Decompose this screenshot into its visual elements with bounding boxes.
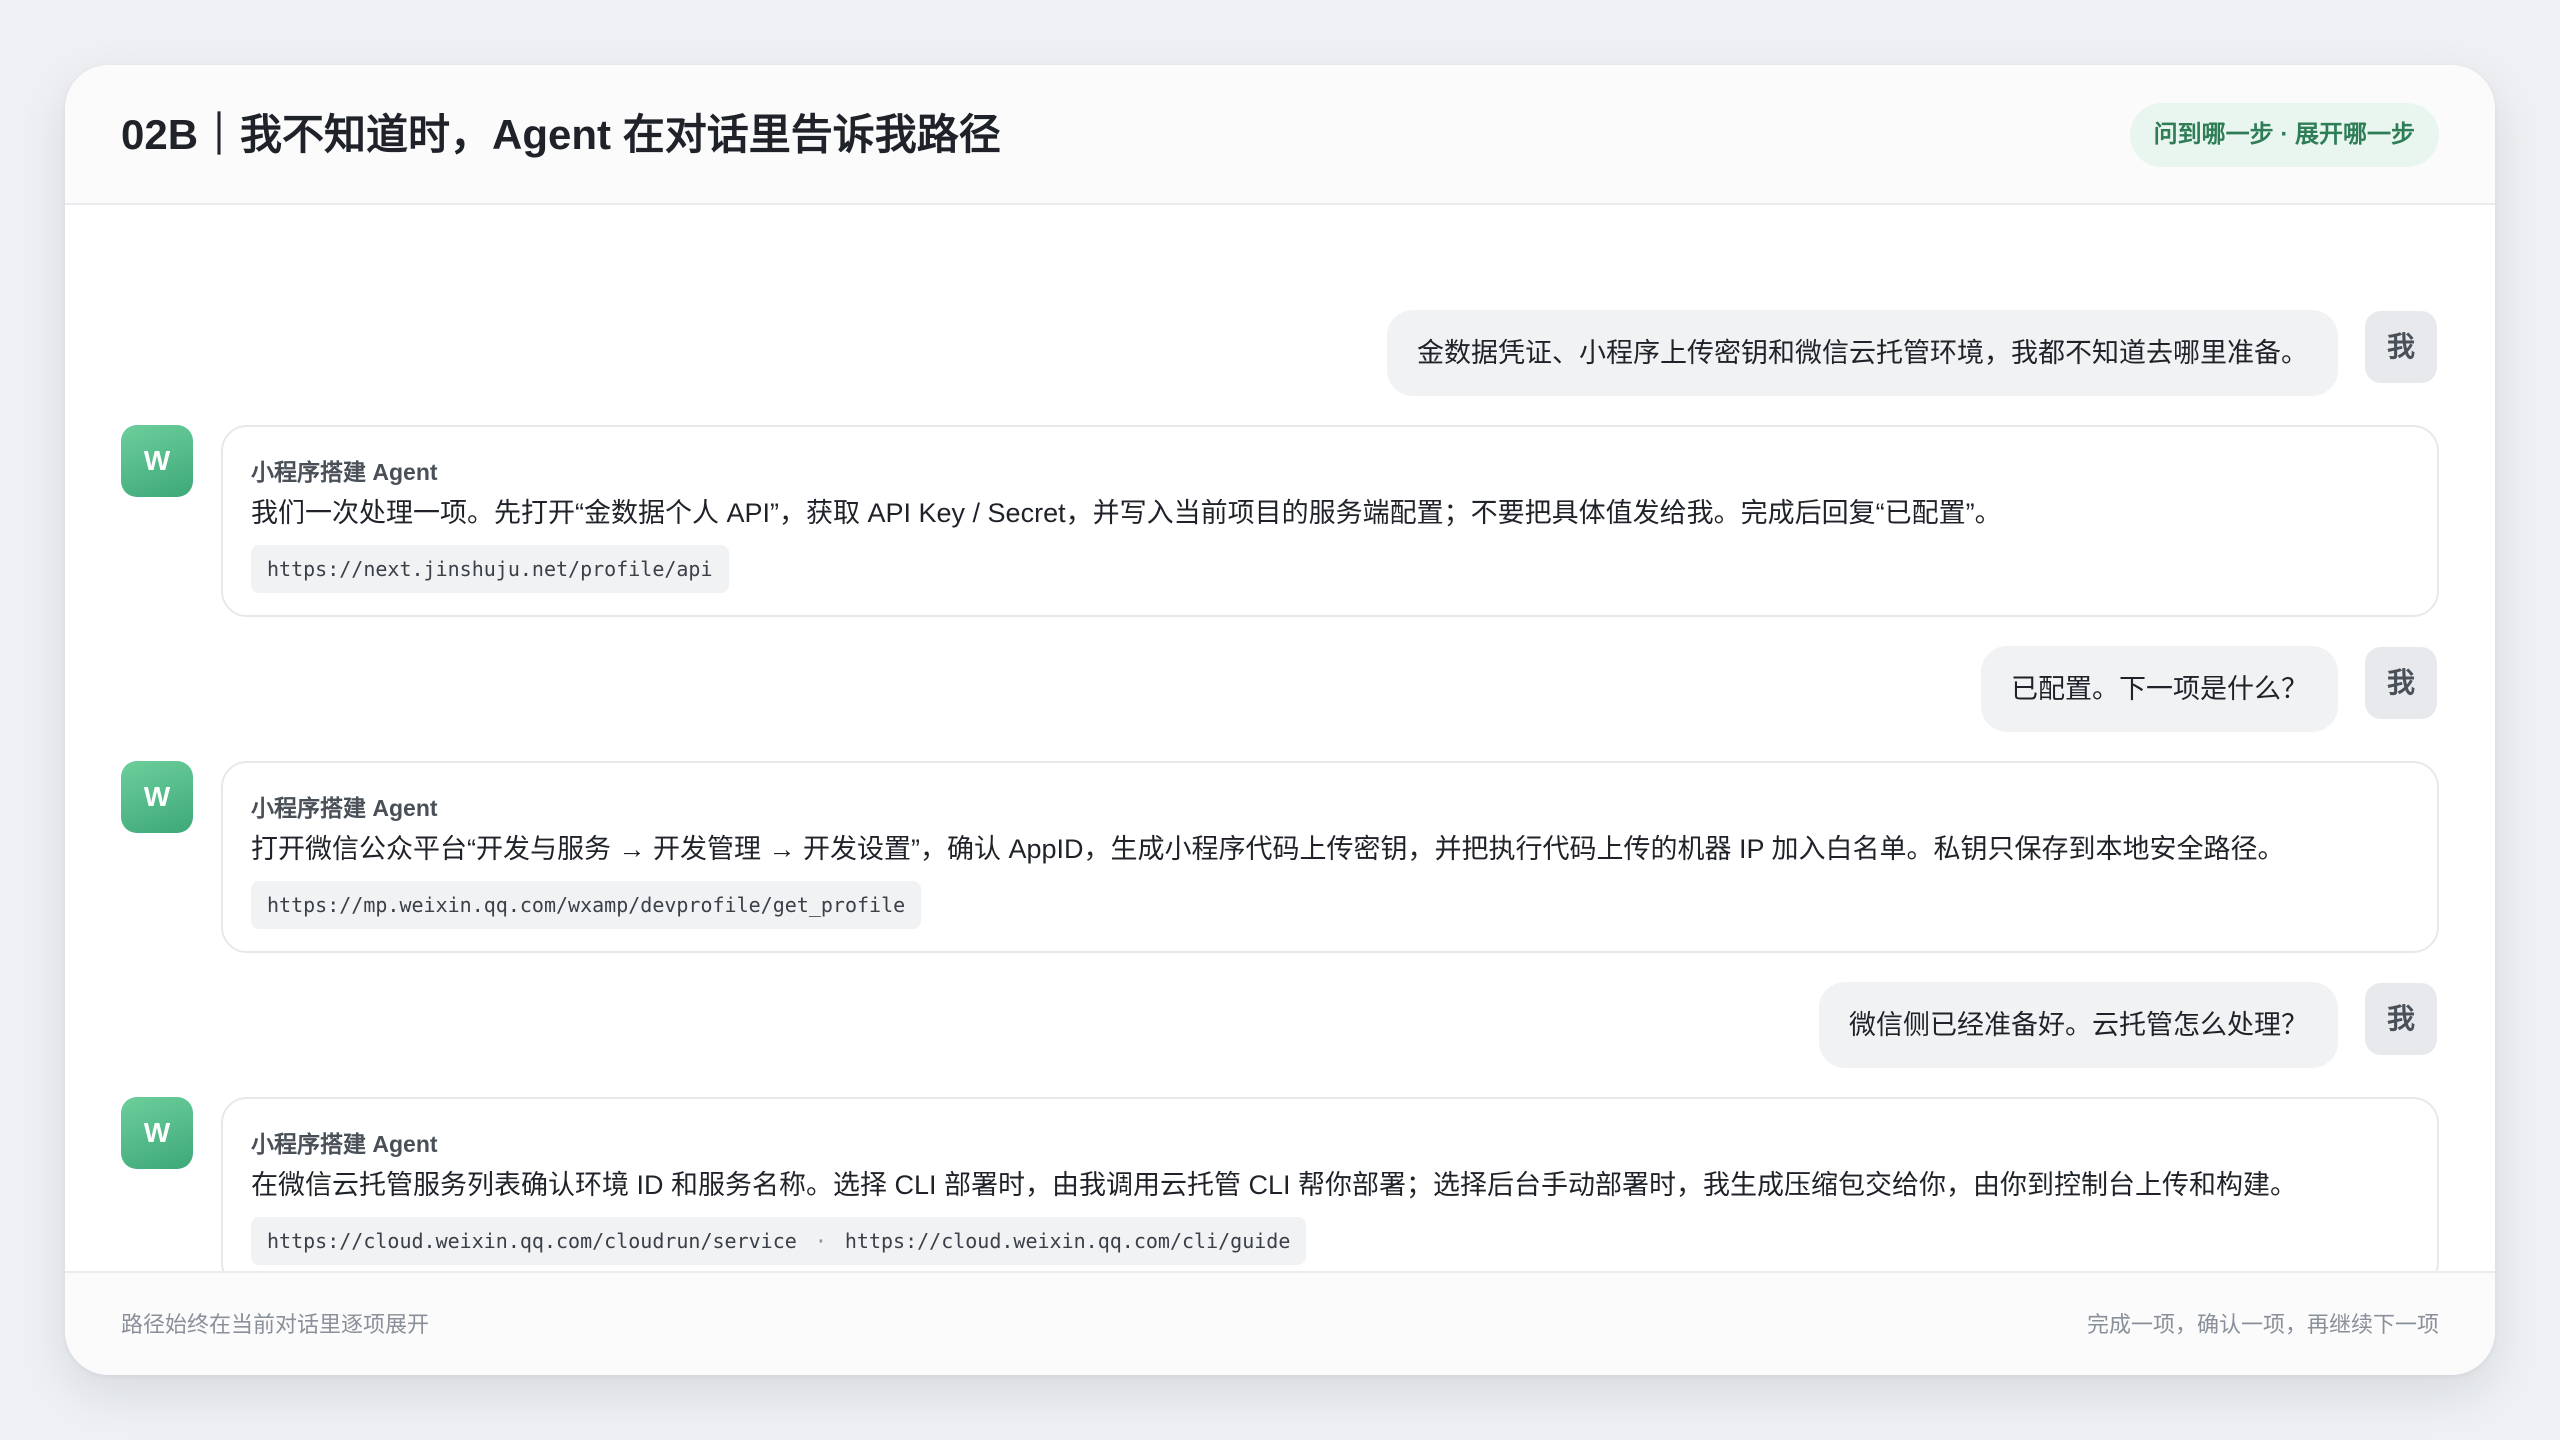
user-message: 已配置。下一项是什么？ xyxy=(1981,646,2338,732)
agent-name: 小程序搭建 Agent xyxy=(251,1131,438,1157)
agent-message-text: 打开微信公众平台“开发与服务 → 开发管理 → 开发设置”，确认 AppID，生… xyxy=(251,834,2285,864)
header: 02B｜我不知道时，Agent 在对话里告诉我路径 问到哪一步 · 展开哪一步 xyxy=(65,65,2495,205)
agent-message: 小程序搭建 Agent 打开微信公众平台“开发与服务 → 开发管理 → 开发设置… xyxy=(221,761,2439,953)
agent-message: 小程序搭建 Agent 我们一次处理一项。先打开“金数据个人 API”，获取 A… xyxy=(221,425,2439,617)
link-weixin-devprofile[interactable]: https://mp.weixin.qq.com/wxamp/devprofil… xyxy=(267,893,905,917)
chat-card: 02B｜我不知道时，Agent 在对话里告诉我路径 问到哪一步 · 展开哪一步 … xyxy=(65,65,2495,1375)
user-avatar: 我 xyxy=(2365,983,2437,1055)
agent-avatar: W xyxy=(121,761,193,833)
link-cloudrun-service[interactable]: https://cloud.weixin.qq.com/cloudrun/ser… xyxy=(267,1229,797,1253)
user-avatar: 我 xyxy=(2365,311,2437,383)
link-chip: https://mp.weixin.qq.com/wxamp/devprofil… xyxy=(251,881,922,929)
conversation-thread: 金数据凭证、小程序上传密钥和微信云托管环境，我都不知道去哪里准备。 我 W 小程… xyxy=(65,205,2495,1335)
agent-name: 小程序搭建 Agent xyxy=(251,459,438,485)
page-title: 02B｜我不知道时，Agent 在对话里告诉我路径 xyxy=(121,111,1001,158)
footer-note-left: 路径始终在当前对话里逐项展开 xyxy=(121,1312,430,1337)
agent-avatar: W xyxy=(121,425,193,497)
agent-message: 小程序搭建 Agent 在微信云托管服务列表确认环境 ID 和服务名称。选择 C… xyxy=(221,1097,2439,1289)
link-cloudrun-cli-guide[interactable]: https://cloud.weixin.qq.com/cli/guide xyxy=(845,1229,1291,1253)
status-badge: 问到哪一步 · 展开哪一步 xyxy=(2129,103,2439,167)
agent-name: 小程序搭建 Agent xyxy=(251,795,438,821)
link-separator: · xyxy=(814,1229,827,1253)
agent-message-text: 在微信云托管服务列表确认环境 ID 和服务名称。选择 CLI 部署时，由我调用云… xyxy=(251,1170,2298,1200)
footer: 路径始终在当前对话里逐项展开 完成一项，确认一项，再继续下一项 xyxy=(65,1271,2495,1375)
agent-avatar: W xyxy=(121,1097,193,1169)
user-message: 微信侧已经准备好。云托管怎么处理？ xyxy=(1819,982,2338,1068)
user-avatar: 我 xyxy=(2365,647,2437,719)
user-message: 金数据凭证、小程序上传密钥和微信云托管环境，我都不知道去哪里准备。 xyxy=(1387,310,2338,396)
link-jinshuju-api[interactable]: https://next.jinshuju.net/profile/api xyxy=(267,557,713,581)
agent-message-text: 我们一次处理一项。先打开“金数据个人 API”，获取 API Key / Sec… xyxy=(251,498,2002,528)
footer-note-right: 完成一项，确认一项，再继续下一项 xyxy=(2086,1312,2439,1337)
link-chip: https://next.jinshuju.net/profile/api xyxy=(251,545,729,593)
link-chip: https://cloud.weixin.qq.com/cloudrun/ser… xyxy=(251,1217,1307,1265)
